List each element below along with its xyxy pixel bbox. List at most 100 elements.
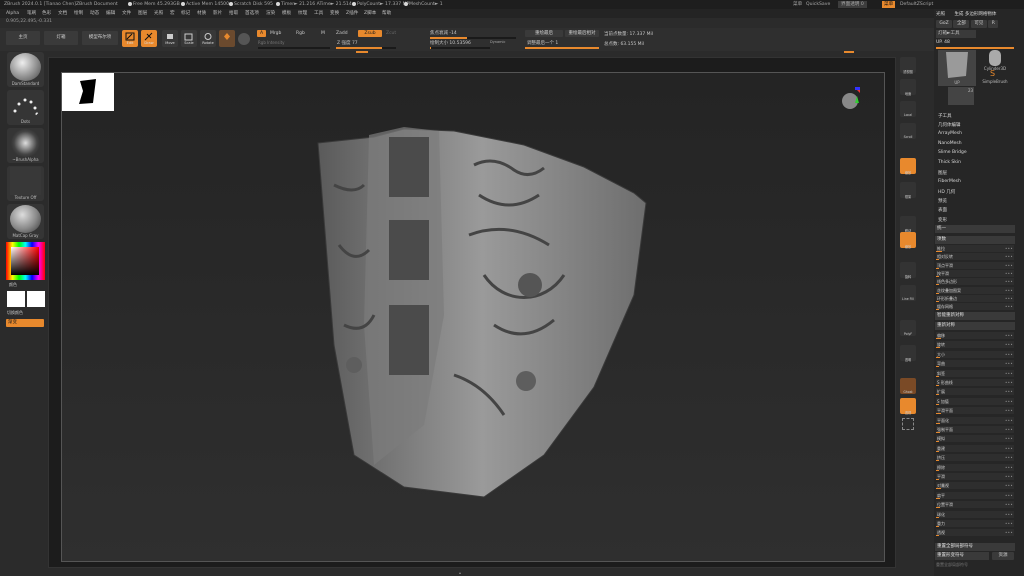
deform-row-slider[interactable]	[936, 479, 940, 480]
menu-render[interactable]: 渲染	[266, 9, 275, 18]
deform-row-slider[interactable]	[936, 441, 940, 443]
deform-row[interactable]: S 加值 •••	[936, 397, 1014, 405]
axis-toggle-icon[interactable]: •••	[1005, 303, 1013, 310]
local-button[interactable]: Local	[900, 101, 916, 117]
axis-toggle-icon[interactable]: •••	[1005, 245, 1013, 252]
ui-transparency[interactable]: 界面透明 0	[838, 1, 867, 8]
deform-row-slider[interactable]	[936, 413, 941, 415]
deform-row[interactable]: S 形曲线 •••	[936, 379, 1014, 386]
menu-zscript[interactable]: Z脚本	[364, 9, 376, 18]
deform-row-slider[interactable]	[936, 259, 940, 261]
axis-toggle-icon[interactable]: •••	[1005, 379, 1013, 386]
deform-row[interactable]: 线色多边形 •••	[936, 278, 1014, 286]
deform-row-slider[interactable]	[936, 507, 940, 509]
reset-local-symbols-button[interactable]: 重置全部局部符号	[935, 543, 1015, 551]
visible-button[interactable]: 可见	[970, 20, 987, 28]
deform-row[interactable]: 大小 •••	[936, 350, 1014, 358]
zoom-button[interactable]: 缩放	[900, 158, 916, 175]
axis-toggle-icon[interactable]: •••	[1005, 445, 1013, 452]
menu-document[interactable]: 文档	[58, 9, 67, 18]
gyro-icon[interactable]	[238, 33, 250, 45]
deform-row[interactable]: 强制平面 •••	[936, 426, 1014, 433]
axis-toggle-icon[interactable]: •••	[1005, 435, 1013, 442]
resym-button[interactable]: 重新对称	[935, 322, 1015, 330]
deform-row-slider[interactable]	[936, 526, 940, 527]
deform-row-slider[interactable]	[936, 488, 941, 490]
axis-toggle-icon[interactable]: •••	[1005, 388, 1013, 395]
nanomesh-menu[interactable]: NanoMesh	[938, 141, 962, 146]
preview-menu[interactable]: 预览	[938, 198, 947, 204]
axis-toggle-icon[interactable]: •••	[1005, 398, 1013, 405]
menu-preferences[interactable]: 首选项	[245, 9, 259, 18]
fibermesh-menu[interactable]: FiberMesh	[938, 179, 961, 184]
geometry-menu[interactable]: 几何体编辑	[938, 122, 961, 128]
lightbox-button[interactable]: 灯箱	[44, 31, 78, 45]
axis-toggle-icon[interactable]: •••	[1005, 492, 1013, 499]
axis-toggle-icon[interactable]: •••	[1005, 407, 1013, 414]
deform-row-slider[interactable]	[936, 535, 940, 537]
rotate-button[interactable]: Rotate	[200, 30, 216, 47]
deform-row-slider[interactable]	[936, 450, 940, 452]
subtool-slider[interactable]	[936, 47, 1014, 49]
lightbox-tools-button[interactable]: 灯箱►工具	[936, 30, 976, 38]
layers-menu[interactable]: 图层	[938, 170, 947, 176]
axis-toggle-icon[interactable]: •••	[1005, 482, 1013, 489]
deform-row[interactable]: 位置平滑 •••	[936, 501, 1014, 509]
axis-toggle-icon[interactable]: •••	[1005, 529, 1013, 536]
menu-stencil[interactable]: 模板	[282, 9, 291, 18]
m-button[interactable]: M	[321, 31, 325, 36]
main-color-swatch[interactable]	[7, 291, 25, 307]
resource-button[interactable]: 资源	[992, 552, 1014, 560]
line-fill-button[interactable]: Line Fill	[900, 285, 916, 301]
navigation-cube[interactable]	[840, 87, 860, 112]
brush-picker[interactable]: DamStandard	[7, 52, 44, 87]
texture-picker[interactable]: Texture Off	[7, 166, 44, 201]
menu-file[interactable]: 文件	[122, 9, 131, 18]
menus-toggle[interactable]: 菜单	[793, 0, 802, 9]
scale-button[interactable]: Scale	[181, 30, 197, 47]
deform-row[interactable]: 平滑平面 •••	[936, 407, 1014, 415]
menu-dynamics[interactable]: 动态	[90, 9, 99, 18]
floor-button[interactable]: 地面	[900, 79, 916, 96]
solo-icon[interactable]	[902, 418, 914, 430]
menu-edit[interactable]: 编辑	[106, 9, 115, 18]
switch-color-button[interactable]: 切换颜色	[7, 310, 23, 316]
reset-deform-symbols-button[interactable]: 重置形变符号	[935, 552, 989, 560]
deform-row-slider[interactable]	[936, 422, 940, 424]
gradient-button[interactable]: 渐变	[6, 319, 44, 327]
deform-row-slider[interactable]	[936, 432, 940, 433]
light-tab[interactable]: 光照	[936, 12, 945, 17]
deform-row[interactable]: 擦除 •••	[936, 463, 1014, 471]
transparent-button[interactable]: 透明	[900, 345, 916, 362]
axis-toggle-icon[interactable]: •••	[1005, 287, 1013, 294]
deform-row-slider[interactable]	[936, 267, 940, 269]
goz-button[interactable]: GoZ	[936, 20, 952, 28]
deform-row[interactable]: 重建 •••	[936, 444, 1014, 452]
deform-row[interactable]: 按平滑 •••	[936, 269, 1014, 277]
arraymesh-menu[interactable]: ArrayMesh	[938, 131, 962, 136]
scroll-button[interactable]: Scroll	[900, 123, 916, 139]
rotate-view-button[interactable]: 旋转	[900, 262, 916, 279]
menu-picker[interactable]: 拾取	[229, 9, 238, 18]
subtool-menu[interactable]: 子工具	[938, 113, 952, 119]
z-intensity-slider[interactable]	[336, 47, 396, 49]
tool-thumb-cylinder[interactable]: Cylinder3D S SimpleBrush	[980, 50, 1010, 86]
axis-toggle-icon[interactable]: •••	[1005, 417, 1013, 424]
draw-size-slider[interactable]	[430, 47, 490, 49]
alpha-a-button[interactable]: A	[257, 30, 266, 37]
dynamic-toggle[interactable]: Dynamic	[490, 40, 505, 44]
axis-toggle-icon[interactable]: •••	[1005, 351, 1013, 358]
deform-row[interactable]: 模拟 •••	[936, 435, 1014, 443]
mrgb-button[interactable]: Mrgb	[270, 31, 281, 36]
menu-alpha[interactable]: Alpha	[6, 9, 19, 18]
edit-button[interactable]: Edit	[122, 30, 138, 47]
unify-section[interactable]: 统一	[935, 225, 1015, 233]
deform-row[interactable]: 推拉 •••	[936, 245, 1014, 252]
deform-row-slider[interactable]	[936, 356, 940, 358]
adjust-last-slider[interactable]	[525, 47, 599, 49]
slime-bridge-menu[interactable]: Slime Bridge	[938, 150, 967, 155]
deform-row-slider[interactable]	[936, 497, 940, 499]
deform-row[interactable]: 花纹叠加图案 •••	[936, 286, 1014, 294]
deform-row[interactable]: 弯曲 •••	[936, 360, 1014, 368]
document-canvas[interactable]	[61, 72, 885, 562]
